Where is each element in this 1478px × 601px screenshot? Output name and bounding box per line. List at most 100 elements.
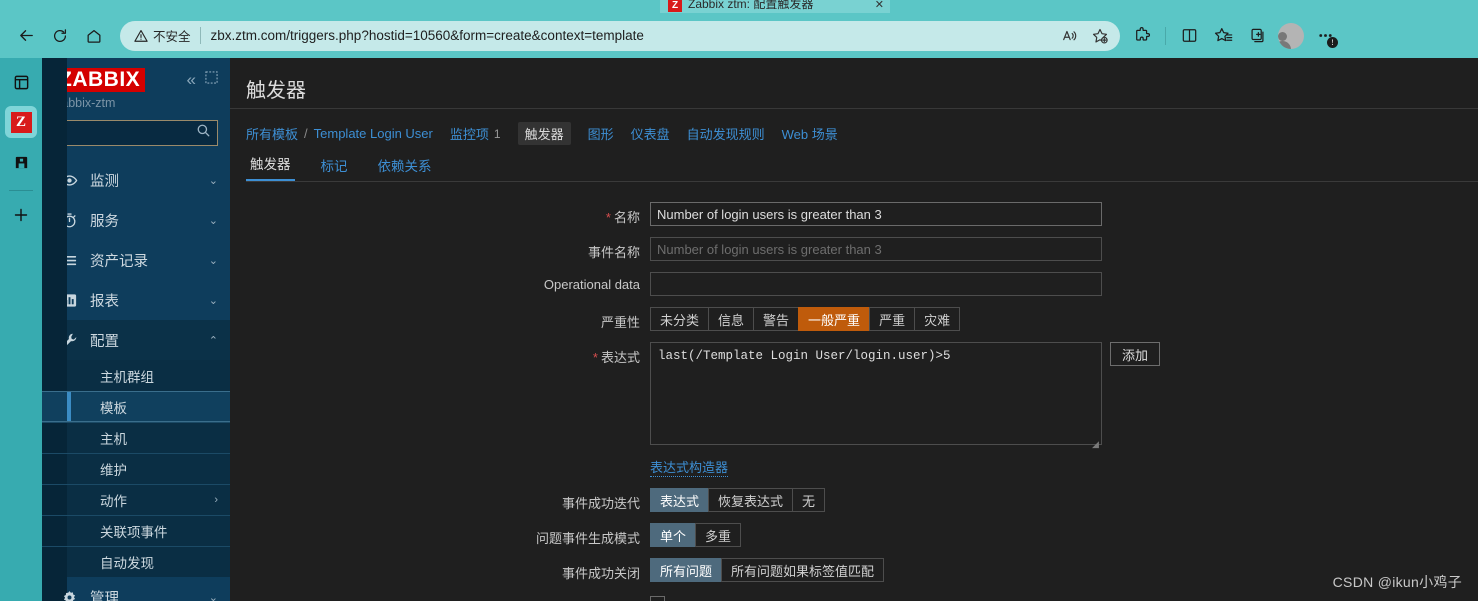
objectnav-items[interactable]: 监控项 [450,124,489,143]
severity-option-disaster[interactable]: 灾难 [914,307,961,331]
home-icon[interactable] [77,20,111,52]
security-label: 不安全 [153,30,191,44]
ok-event-option-expression[interactable]: 表达式 [650,488,709,512]
label-ok-event-closes: 事件成功关闭 [561,566,640,581]
sidebar-label-inventory: 资产记录 [90,253,148,270]
sidebar-search[interactable] [54,120,218,146]
sidebar-item-administration[interactable]: 管理 ⌄ [42,577,230,601]
objectnav-discovery-rules[interactable]: 自动发现规则 [687,124,765,143]
rail-item-zabbix-app[interactable]: Z [5,106,37,138]
browser-essentials-icon[interactable] [1241,20,1273,52]
add-expression-button[interactable]: 添加 [1110,342,1161,366]
sidebar-subitem-templates[interactable]: 模板 [42,391,230,422]
browser-tab-active[interactable]: Z Zabbix ztm: 配置触发器 ✕ [660,0,890,13]
sidebar-sublabel-hosts: 主机 [100,432,127,447]
sidebar-item-services[interactable]: 服务 ⌄ [42,200,230,240]
security-indicator[interactable]: 不安全 [134,26,191,45]
severity-option-information[interactable]: 信息 [708,307,754,331]
form-row-event-name: 事件名称 [230,237,1478,261]
toolbar-divider [1165,26,1166,45]
sidebar-subitem-hosts[interactable]: 主机 [42,422,230,453]
objectnav-dashboards[interactable]: 仪表盘 [631,124,670,143]
extensions-icon[interactable] [1126,20,1158,52]
sidebar-item-configuration[interactable]: 配置 ⌃ [42,320,230,360]
url-text[interactable]: zbx.ztm.com/triggers.php?hostid=10560&fo… [211,28,1056,43]
add-workspace-icon[interactable] [5,199,37,231]
avatar-head [1278,31,1287,41]
add-favorite-icon[interactable] [1086,23,1114,49]
severity-option-not-classified[interactable]: 未分类 [650,307,709,331]
event-name-input[interactable] [650,237,1102,261]
read-aloud-icon[interactable] [1056,23,1084,49]
sidebar-sublabel-maintenance: 维护 [100,463,127,478]
label-allow-manual-close: 允许手动关闭 [230,593,650,601]
sidebar-item-reports[interactable]: 报表 ⌄ [42,280,230,320]
resize-grip-icon[interactable]: ◢ [1092,440,1100,449]
severity-option-high[interactable]: 严重 [869,307,915,331]
chevron-down-icon: ⌄ [208,254,218,267]
close-icon[interactable]: ✕ [875,0,884,11]
objectnav-web-scenarios[interactable]: Web 场景 [782,124,838,143]
ok-event-option-recovery-expression[interactable]: 恢复表达式 [708,488,793,512]
expression-textarea[interactable] [650,342,1102,445]
split-screen-icon[interactable] [1173,20,1205,52]
objectnav-graphs[interactable]: 图形 [588,124,614,143]
reload-icon[interactable] [43,20,77,52]
sidebar-subitem-actions[interactable]: 动作 › [42,484,230,515]
sidebar-subitem-correlation[interactable]: 关联项事件 [42,515,230,546]
sidebar-item-inventory[interactable]: 资产记录 ⌄ [42,240,230,280]
ok-closes-option-all-problems[interactable]: 所有问题 [650,558,722,582]
objectnav-triggers[interactable]: 触发器 [517,122,571,145]
search-icon[interactable] [196,123,211,143]
severity-option-warning[interactable]: 警告 [753,307,799,331]
sidebar-label-reports: 报表 [90,293,119,310]
sidebar-subitem-host-groups[interactable]: 主机群组 [42,360,230,391]
operational-data-input[interactable] [650,272,1102,296]
breadcrumb-template-name[interactable]: Template Login User [314,126,433,141]
expression-constructor-link[interactable]: 表达式构造器 [650,457,729,477]
problem-event-mode-control: 单个 多重 [650,523,742,547]
sidebar-subitem-discovery[interactable]: 自动发现 [42,546,230,577]
tab-dependencies[interactable]: 依赖关系 [374,155,436,181]
warning-triangle-icon [134,29,148,42]
main-content: 触发器 所有模板 / Template Login User 监控项 1 触发器… [230,58,1478,601]
collections-icon[interactable] [1207,20,1239,52]
sidebar-sublabel-correlation: 关联项事件 [100,525,168,540]
profile-avatar[interactable] [1275,20,1307,52]
watermark: CSDN @ikun小鸡子 [1332,574,1462,590]
sidebar-subitem-maintenance[interactable]: 维护 [42,453,230,484]
settings-and-more-icon[interactable]: ! [1309,20,1341,52]
severity-option-average[interactable]: 一般严重 [798,307,870,331]
tab-tags[interactable]: 标记 [317,155,352,181]
browser-toolbar-actions: ! [1126,20,1347,52]
sidebar-collapse-icon[interactable]: « [187,70,196,90]
omnibox-divider [199,27,201,44]
sidebar-server-name: zabbix-ztm [55,96,116,110]
vertical-tabs-icon[interactable] [5,66,37,98]
trigger-form: *名称 事件名称 Operational data 严重性 [230,202,1478,601]
address-bar[interactable]: 不安全 zbx.ztm.com/triggers.php?hostid=1056… [120,20,1120,51]
ok-event-option-none[interactable]: 无 [792,488,826,512]
ok-event-closes-control: 所有问题 所有问题如果标签值匹配 [650,558,885,582]
sidebar-hide-icon[interactable] [205,71,218,89]
form-row-allow-manual-close: 允许手动关闭 [230,593,1478,601]
page-body: Z ZABBIX « zabbix-ztm 监测 ⌄ 服务 ⌄ 资产记录 ⌄ 报… [0,58,1478,601]
breadcrumb-all-templates[interactable]: 所有模板 [246,124,298,143]
form-row-ok-event-generation: 事件成功迭代 表达式 恢复表达式 无 [230,488,1478,512]
name-input[interactable] [650,202,1102,226]
problem-event-option-single[interactable]: 单个 [650,523,696,547]
allow-manual-close-checkbox[interactable] [650,596,665,601]
search-input[interactable] [63,125,196,141]
label-name: * 名称 [605,210,640,225]
gear-icon [58,589,80,601]
chevron-up-icon: ⌃ [208,334,218,347]
ok-closes-option-tag-match[interactable]: 所有问题如果标签值匹配 [721,558,885,582]
problem-event-option-multiple[interactable]: 多重 [695,523,742,547]
form-row-problem-event-mode: 问题事件生成模式 单个 多重 [230,523,1478,547]
workspace-icon[interactable] [5,146,37,178]
tab-trigger[interactable]: 触发器 [246,153,295,181]
rail-divider [9,190,33,191]
sidebar-search-wrap [42,110,230,146]
back-icon[interactable] [9,20,43,52]
sidebar-item-monitoring[interactable]: 监测 ⌄ [42,160,230,200]
